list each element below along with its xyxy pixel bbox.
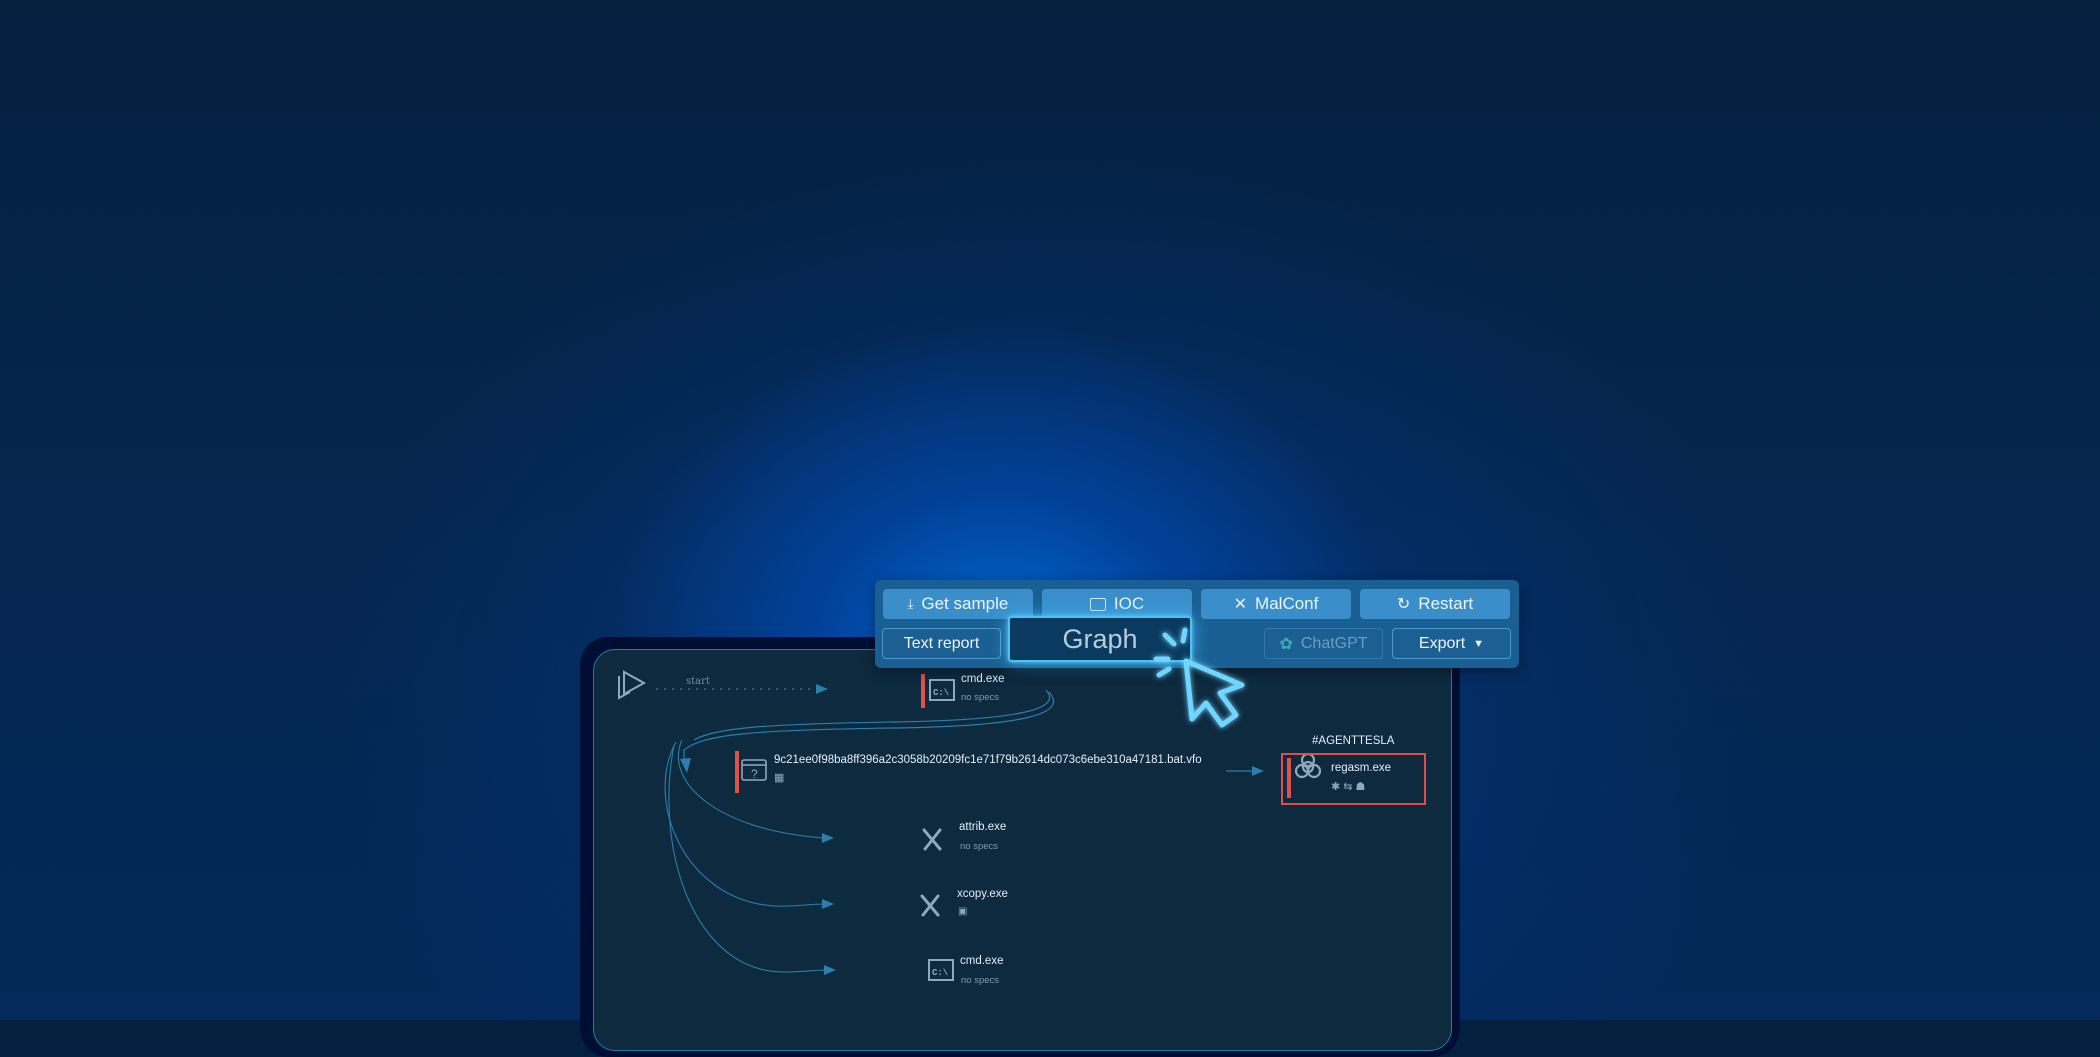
openai-icon: ✿ <box>1279 635 1293 653</box>
refresh-icon: ↻ <box>1396 596 1411 613</box>
edge-arrowhead <box>822 833 834 843</box>
flag-bar <box>1287 758 1291 798</box>
edge-arrowhead <box>1252 766 1264 776</box>
node-name[interactable]: attrib.exe <box>959 821 1006 833</box>
bug-icon: ✱ <box>1331 781 1344 793</box>
click-ray <box>1156 666 1172 678</box>
threat-tag[interactable]: #AGENTTESLA <box>1312 735 1394 747</box>
edge-arrowhead <box>680 758 691 773</box>
document-lines-icon <box>1089 597 1106 611</box>
tools-icon: ✕ <box>1233 596 1248 613</box>
node-name[interactable]: regasm.exe <box>1331 762 1391 774</box>
text-report-button[interactable]: Text report <box>882 628 1001 659</box>
edge-arrowhead <box>824 965 836 975</box>
flag-bar <box>921 674 925 708</box>
node-sub: no specs <box>961 692 1000 703</box>
graph-edges: C:\ ? C:\ <box>618 670 1322 981</box>
node-name[interactable]: xcopy.exe <box>957 888 1008 900</box>
edge-arrowhead <box>822 899 834 909</box>
caret-down-icon: ▼ <box>1473 637 1485 650</box>
export-dropdown[interactable]: Export ▼ <box>1392 628 1511 659</box>
start-label: start <box>686 676 710 687</box>
tools-icon <box>920 894 940 917</box>
restart-button[interactable]: ↻ Restart <box>1360 589 1510 619</box>
cursor-arrow <box>1183 658 1245 728</box>
spy-icon: ☗ <box>1355 781 1369 793</box>
tools-icon <box>922 828 942 851</box>
svg-text:C:\: C:\ <box>933 688 950 698</box>
behavior-badges: ✱⇆☗ <box>1331 780 1368 793</box>
edge-arrowhead <box>816 684 828 694</box>
cursor-pointer-icon <box>1153 627 1245 728</box>
node-name[interactable]: cmd.exe <box>961 673 1004 685</box>
svg-text:?: ? <box>751 767 758 781</box>
edge-bat-xcopy <box>664 741 825 907</box>
node-sub: no specs <box>960 841 999 852</box>
process-graph-panel: C:\ ? C:\ start cmd.exe no specs 9c21ee0… <box>593 649 1452 1051</box>
chatgpt-button: ✿ ChatGPT <box>1264 628 1383 659</box>
edge-bat-cmd2 <box>668 744 827 973</box>
svg-text:C:\: C:\ <box>932 968 949 978</box>
exchange-arrows-icon: ⇆ <box>1343 781 1356 793</box>
network-shield-icon: ▦ <box>774 772 785 784</box>
flag-bar <box>735 751 739 793</box>
click-ray <box>1180 627 1188 644</box>
node-name[interactable]: cmd.exe <box>960 955 1003 967</box>
malicious-node-box[interactable] <box>1281 753 1426 805</box>
start-logo-icon <box>618 670 647 700</box>
get-sample-button[interactable]: ⤓ Get sample <box>883 589 1033 619</box>
node-sub: no specs <box>961 975 1000 986</box>
exe-drop-icon: ▣ <box>958 906 968 917</box>
click-ray <box>1162 632 1177 647</box>
download-icon: ⤓ <box>907 596 914 611</box>
node-name[interactable]: 9c21ee0f98ba8ff396a2c3058b20209fc1e71f79… <box>774 754 1202 766</box>
